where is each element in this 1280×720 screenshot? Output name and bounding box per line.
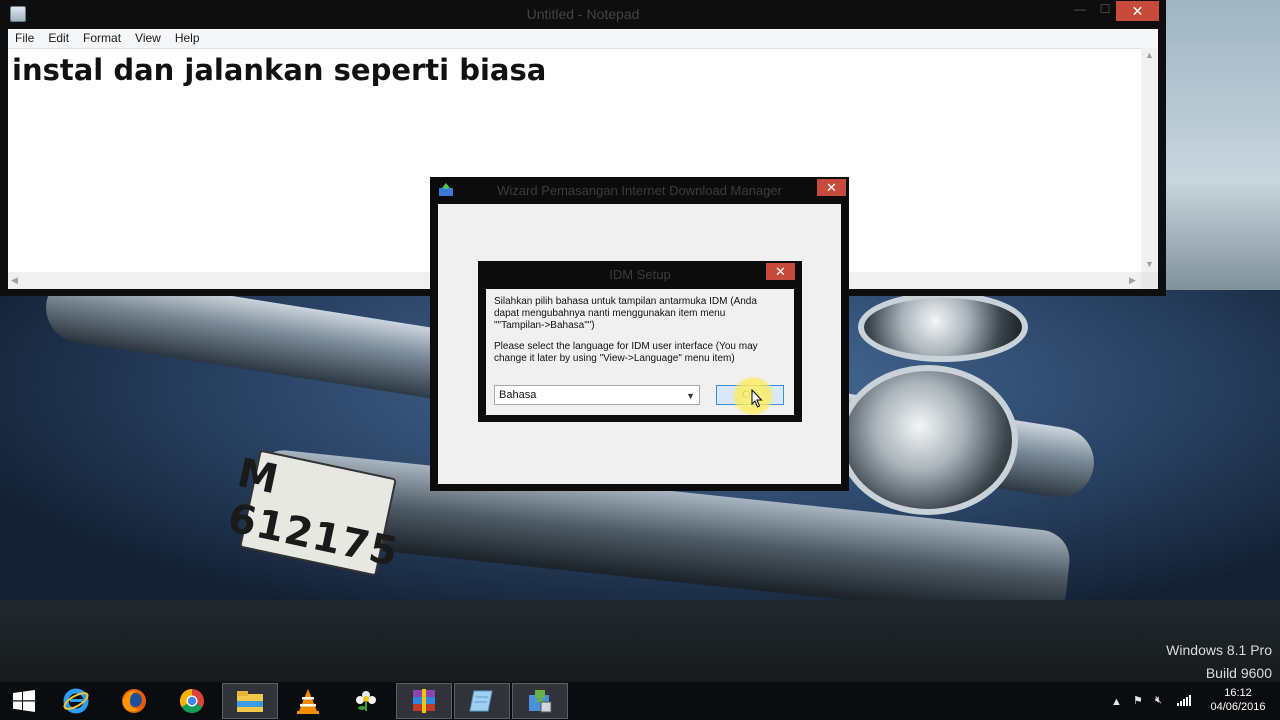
taskbar-internet-explorer[interactable] xyxy=(48,683,104,719)
taskbar-winrar[interactable] xyxy=(396,683,452,719)
taskbar-firefox[interactable] xyxy=(106,683,162,719)
notepad-title: Untitled - Notepad xyxy=(526,6,640,22)
firefox-icon xyxy=(122,689,146,713)
taskbar-installer[interactable] xyxy=(512,683,568,719)
notepad-menubar: File Edit Format View Help xyxy=(8,29,1158,48)
wizard-close-button[interactable]: ✕ xyxy=(817,179,846,196)
taskbar-clock[interactable]: 16:12 04/06/2016 xyxy=(1200,686,1276,714)
menu-help[interactable]: Help xyxy=(168,29,207,48)
volume-muted-icon[interactable]: 🔇︎ xyxy=(1155,694,1162,707)
notepad-content: instal dan jalankan seperti biasa xyxy=(12,53,547,87)
setup-dialog-title: IDM Setup xyxy=(609,267,671,282)
taskbar xyxy=(0,682,1280,720)
menu-file[interactable]: File xyxy=(8,29,41,48)
scroll-right-icon[interactable]: ▶ xyxy=(1129,275,1136,286)
scroll-up-icon[interactable]: ▲ xyxy=(1145,50,1154,60)
windows-build-watermark: Build 9600 xyxy=(1205,665,1272,681)
taskbar-notepad[interactable] xyxy=(454,683,510,719)
vertical-scrollbar[interactable]: ▲ ▼ xyxy=(1141,48,1158,272)
close-button[interactable]: ✕ xyxy=(1116,1,1159,21)
windows-logo-icon xyxy=(13,690,35,712)
menu-format[interactable]: Format xyxy=(76,29,128,48)
menu-view[interactable]: View xyxy=(128,29,168,48)
scroll-down-icon[interactable]: ▼ xyxy=(1145,259,1154,269)
wallpaper-headlamp-lower xyxy=(838,365,1018,515)
flower-app-icon xyxy=(356,691,376,711)
mouse-cursor-icon xyxy=(751,388,763,409)
taskbar-file-explorer[interactable] xyxy=(222,683,278,719)
setup-close-button[interactable]: ✕ xyxy=(766,263,795,280)
action-center-flag-icon[interactable]: ⚑ xyxy=(1133,694,1143,707)
winrar-icon xyxy=(413,689,435,713)
language-select-value: Bahasa xyxy=(499,389,537,401)
notepad-titlebar[interactable]: Untitled - Notepad — ☐ ✕ xyxy=(0,0,1166,29)
taskbar-vlc[interactable] xyxy=(280,683,336,719)
show-hidden-icons-icon[interactable]: ▲ xyxy=(1111,696,1122,708)
file-explorer-icon xyxy=(237,691,263,712)
internet-explorer-icon xyxy=(63,688,89,714)
message-indonesian: Silahkan pilih bahasa untuk tampilan ant… xyxy=(494,296,757,331)
windows-edition-watermark: Windows 8.1 Pro xyxy=(1166,642,1272,658)
taskbar-flower-app[interactable] xyxy=(338,683,394,719)
installer-icon xyxy=(529,690,552,713)
scroll-left-icon[interactable]: ◀ xyxy=(11,275,18,286)
chevron-down-icon[interactable]: ▼ xyxy=(686,387,695,405)
wallpaper-sky xyxy=(1160,0,1280,300)
wallpaper-headlamp-upper xyxy=(858,292,1028,362)
clock-time: 16:12 xyxy=(1224,687,1252,699)
message-english: Please select the language for IDM user … xyxy=(494,341,758,364)
scrollbar-corner xyxy=(1141,272,1158,289)
clock-date: 04/06/2016 xyxy=(1210,701,1266,713)
network-signal-icon[interactable] xyxy=(1177,694,1191,706)
taskbar-chrome[interactable] xyxy=(164,683,220,719)
start-button[interactable] xyxy=(0,683,48,719)
language-select[interactable]: Bahasa ▼ xyxy=(494,385,700,405)
wizard-title: Wizard Pemasangan Internet Download Mana… xyxy=(497,183,782,198)
menu-edit[interactable]: Edit xyxy=(41,29,76,48)
notepad-icon xyxy=(469,690,493,712)
chrome-icon xyxy=(179,689,204,714)
maximize-button[interactable]: ☐ xyxy=(1093,2,1117,21)
vlc-icon xyxy=(297,689,319,714)
minimize-button[interactable]: — xyxy=(1068,2,1092,21)
